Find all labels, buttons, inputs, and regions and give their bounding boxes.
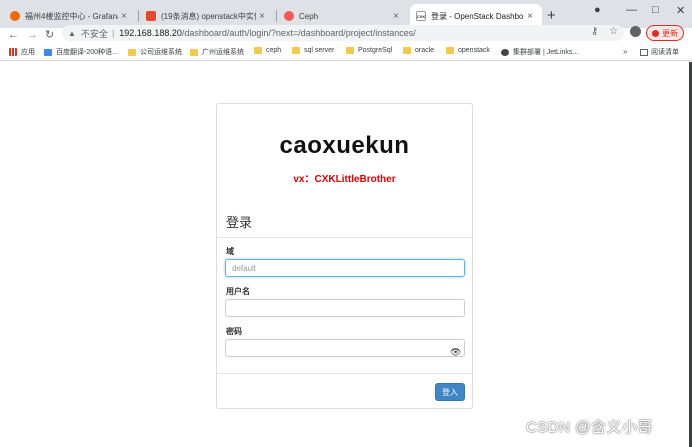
star-icon[interactable]: ☆ <box>609 26 618 37</box>
tab-title: 福州4楼监控中心 - Grafana <box>25 11 118 21</box>
back-icon[interactable]: ← <box>8 28 19 42</box>
tab-title: (19条消息) openstack中实例pi <box>161 11 256 21</box>
domain-input[interactable] <box>225 259 465 277</box>
brand-title: caoxuekun <box>279 132 410 159</box>
update-icon <box>652 29 659 37</box>
folder-icon <box>446 47 454 54</box>
folder-icon <box>190 48 198 56</box>
bookmark-label: 公司运维系统 <box>140 49 182 56</box>
minimize-icon[interactable]: — <box>626 4 637 16</box>
bookmark-openstack[interactable]: openstack <box>446 47 490 54</box>
reading-list-label: 阅读清单 <box>651 49 679 56</box>
update-label: 更新 <box>662 28 678 38</box>
reload-icon[interactable]: ↻ <box>45 28 54 42</box>
forward-icon[interactable]: → <box>27 28 38 42</box>
folder-icon <box>254 47 262 54</box>
bookmark-label: 应用 <box>21 49 35 56</box>
key-icon[interactable]: ⚷ <box>591 26 598 37</box>
username-input[interactable] <box>225 299 465 317</box>
tab-title: Ceph <box>299 11 319 21</box>
tab-strip: 福州4楼监控中心 - Grafana × (19条消息) openstack中实… <box>0 0 692 28</box>
warning-icon[interactable]: ▲ <box>68 29 76 38</box>
show-password-eye-icon[interactable]: 👁 <box>450 347 461 358</box>
address-host: 192.168.188.20 <box>119 28 182 38</box>
folder-icon <box>292 47 300 54</box>
bookmarks-bar: 应用 百度翻译-200种语... 公司运维系统 广州运维系统 ceph sql … <box>0 46 692 61</box>
profile-avatar-icon[interactable] <box>630 26 641 37</box>
close-icon[interactable]: × <box>524 11 536 22</box>
translate-icon <box>44 48 52 56</box>
bookmark-postgresql[interactable]: PostgreSql <box>346 47 392 54</box>
ceph-favicon-icon <box>284 11 294 21</box>
bookmark-oracle[interactable]: oracle <box>403 47 434 54</box>
tab-separator <box>276 10 277 22</box>
divider <box>217 373 472 374</box>
window-close-icon[interactable]: ✕ <box>676 4 685 17</box>
tab-search-icon[interactable]: ● <box>594 4 601 16</box>
bookmarks-more-icon[interactable]: » <box>623 47 627 56</box>
close-icon[interactable]: × <box>256 11 268 22</box>
bookmark-label: PostgreSql <box>358 47 393 54</box>
csdn-watermark: CSDN @含义小哥 <box>526 419 653 436</box>
username-label: 用户名 <box>226 287 250 296</box>
bookmark-company-ops[interactable]: 公司运维系统 <box>128 47 182 57</box>
update-button[interactable]: 更新 <box>646 25 684 41</box>
folder-icon <box>128 48 136 56</box>
bookmark-label: ceph <box>266 47 282 54</box>
bookmark-guangzhou-ops[interactable]: 广州运维系统 <box>190 47 244 57</box>
close-icon[interactable]: × <box>118 11 130 22</box>
bookmark-jetlinks[interactable]: 集群部署 | JetLinks... <box>501 47 578 57</box>
bookmark-sql-server[interactable]: sql server <box>292 47 334 54</box>
address-bar[interactable]: ▲ 不安全 | 192.168.188.20/dashboard/auth/lo… <box>62 25 624 41</box>
password-label: 密码 <box>226 327 242 336</box>
login-submit-button[interactable]: 登入 <box>435 383 465 401</box>
bookmark-label: sql server <box>304 47 335 54</box>
folder-icon <box>346 47 354 54</box>
bookmark-label: openstack <box>458 47 490 54</box>
maximize-icon[interactable]: □ <box>652 4 659 16</box>
new-tab-icon[interactable]: + <box>547 7 556 24</box>
password-input[interactable] <box>225 339 465 357</box>
bookmark-baidu-translate[interactable]: 百度翻译-200种语... <box>44 47 118 57</box>
globe-icon <box>501 48 509 56</box>
login-heading: 登录 <box>226 215 253 230</box>
brand-slogan: vx：CXKLittleBrother <box>293 174 396 185</box>
apps-icon <box>9 48 17 56</box>
grafana-favicon-icon <box>10 11 20 21</box>
bookmark-label: oracle <box>415 47 435 54</box>
divider <box>217 237 472 238</box>
address-separator: | <box>111 28 115 38</box>
bookmark-apps[interactable]: 应用 <box>9 47 35 57</box>
bookmark-label: 广州运维系统 <box>202 49 244 56</box>
close-icon[interactable]: × <box>390 11 402 22</box>
bookmark-label: 集群部署 | JetLinks... <box>513 49 579 56</box>
reading-list-icon <box>640 48 648 56</box>
login-card: caoxuekun vx：CXKLittleBrother 登录 域 用户名 密… <box>216 103 473 409</box>
tab-title: 登录 - OpenStack Dashboard <box>431 11 524 21</box>
folder-icon <box>403 47 411 54</box>
csdn-favicon-icon <box>146 11 156 21</box>
bookmark-ceph[interactable]: ceph <box>254 47 281 54</box>
tab-separator <box>138 10 139 22</box>
bookmark-label: 百度翻译-200种语... <box>56 49 118 56</box>
address-path: /dashboard/auth/login/?next=/dashboard/p… <box>181 28 416 38</box>
insecure-label: 不安全 <box>80 28 108 39</box>
domain-label: 域 <box>226 247 234 256</box>
browser-toolbar: ← → ↻ ▲ 不安全 | 192.168.188.20/dashboard/a… <box>0 25 692 45</box>
cxk-favicon-icon: CXK <box>416 11 426 21</box>
reading-list[interactable]: 阅读清单 <box>640 47 679 57</box>
